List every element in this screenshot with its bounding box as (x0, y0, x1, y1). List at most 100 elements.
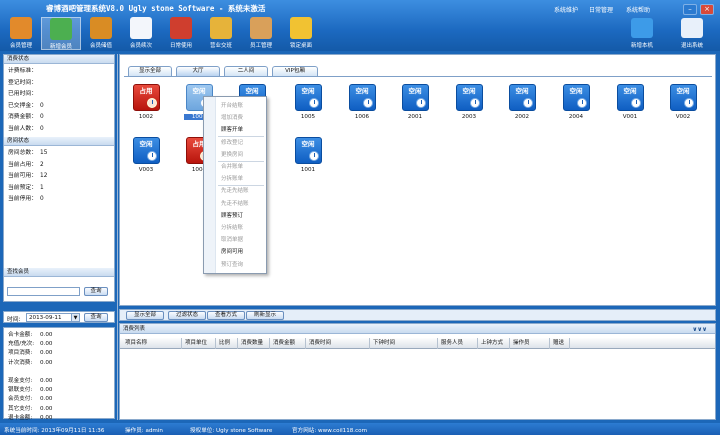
toolbar-button-0[interactable]: 会员管理 (1, 17, 41, 50)
room-tile-4[interactable]: 空闲 1006 (347, 84, 377, 120)
status-current-time: 系统当前时间: 2013年09月11日 11:36 (4, 428, 105, 434)
menu-item-11[interactable]: 取消单据 (221, 235, 243, 243)
toolbar-button-7[interactable]: 锁定桌面 (281, 17, 321, 50)
menu-item-8[interactable]: 先走不结账 (221, 199, 249, 207)
stat-row: 计次消费: 0.00 (4, 359, 114, 368)
room-tile-14[interactable]: 空闲 1001 (293, 137, 323, 173)
add-member-icon (50, 18, 72, 40)
room-tile-10[interactable]: 空闲 V002 (668, 84, 698, 120)
column-header[interactable]: 服务人员 (438, 338, 478, 349)
room-tile-8[interactable]: 空闲 2004 (561, 84, 591, 120)
menu-system-maintenance[interactable]: 系统维护 (554, 5, 578, 14)
menu-item-4[interactable]: 更换房间 (221, 150, 243, 158)
menu-item-9[interactable]: 顾客预订 (221, 211, 243, 219)
room-status-tile[interactable]: 空闲 (294, 137, 322, 164)
consumption_status-label: 当前人数： (8, 125, 37, 132)
right-toolbar-button-1[interactable]: 退出系统 (670, 18, 714, 49)
minimize-button[interactable]: – (683, 4, 697, 15)
room-tile-5[interactable]: 空闲 2001 (400, 84, 430, 120)
room-status: 空闲 (408, 87, 422, 95)
tab-2[interactable]: 二人间 (224, 66, 268, 76)
stat-value: 0.00 (40, 332, 53, 338)
menu-item-10[interactable]: 分拆结账 (221, 223, 243, 231)
room_status-label: 当前可用： (8, 173, 37, 179)
refresh-button[interactable]: 刷新显示 (246, 311, 284, 320)
room_status-value: 2 (40, 161, 44, 168)
date-picker[interactable]: 2013-09-11 ▼ (26, 313, 80, 322)
room-status: 空闲 (301, 140, 315, 148)
room-tile-3[interactable]: 空闲 1005 (293, 84, 323, 120)
consumption_status-row: 登记时间： (4, 78, 114, 90)
column-header[interactable]: 赠送 (550, 338, 570, 349)
member-search-input[interactable] (7, 287, 80, 296)
column-header[interactable]: 消费金额 (270, 338, 306, 349)
column-header[interactable]: 下钟时间 (370, 338, 438, 349)
view-mode-button[interactable]: 查看方式 (207, 311, 245, 320)
menu-daily-management[interactable]: 日常管理 (589, 5, 613, 14)
chevron-down-icon[interactable]: ▼ (71, 314, 79, 321)
room-status-tile[interactable]: 空闲 (455, 84, 483, 111)
daily-icon (170, 17, 192, 39)
menu-item-5[interactable]: 合并账单 (221, 162, 243, 170)
menu-item-7[interactable]: 先走先结账 (221, 186, 249, 194)
tab-3[interactable]: VIP包厢 (272, 66, 318, 76)
filter-status-button[interactable]: 过滤状态 (168, 311, 206, 320)
menu-item-0[interactable]: 开台结账 (221, 101, 243, 109)
room-status-tile[interactable]: 空闲 (132, 137, 160, 164)
menu-item-1[interactable]: 增加消费 (221, 113, 243, 121)
column-header[interactable]: 消费数量 (238, 338, 270, 349)
toolbar-button-2[interactable]: 会员储值 (81, 17, 121, 50)
room-number: 1001 (300, 167, 316, 173)
room-status-tile[interactable]: 空闲 (294, 84, 322, 111)
column-header[interactable]: 项目名称 (122, 338, 182, 349)
toolbar-label: 员工管理 (249, 43, 272, 49)
right-toolbar-button-0[interactable]: 新增本机 (620, 18, 664, 49)
menu-item-3[interactable]: 修改登记 (221, 138, 243, 146)
stat-value: 0.00 (40, 350, 53, 357)
room-status-tile[interactable]: 空闲 (562, 84, 590, 111)
panel-divider[interactable] (117, 54, 118, 420)
menu-item-2[interactable]: 顾客开单 (221, 125, 243, 133)
room-number: 2004 (568, 114, 584, 120)
toolbar-button-3[interactable]: 会员续次 (121, 17, 161, 50)
room-tile-0[interactable]: 占用 1002 (131, 84, 161, 120)
room-status-tile[interactable]: 占用 (132, 84, 160, 111)
column-header[interactable]: 上钟方式 (478, 338, 510, 349)
toolbar-button-5[interactable]: 营业交班 (201, 17, 241, 50)
menu-item-13[interactable]: 预订查询 (221, 260, 243, 268)
room-tile-6[interactable]: 空闲 2003 (454, 84, 484, 120)
menu-item-12[interactable]: 房间可用 (221, 247, 243, 255)
collapse-icon[interactable]: ∨∨∨ (692, 325, 707, 335)
room-tile-9[interactable]: 空闲 V001 (615, 84, 645, 120)
room-tile-7[interactable]: 空闲 2002 (507, 84, 537, 120)
toolbar-button-6[interactable]: 员工管理 (241, 17, 281, 50)
room-status-tile[interactable]: 空闲 (401, 84, 429, 111)
title-bar: 睿博酒吧管理系统V8.0 Ugly stone Software - 系统未激活… (0, 0, 720, 51)
toolbar-button-1[interactable]: 新增会员 (41, 17, 81, 50)
room-tile-11[interactable]: 空闲 V003 (131, 137, 161, 173)
room-status-tile[interactable]: 空闲 (669, 84, 697, 111)
room-status: 空闲 (569, 87, 583, 95)
room_status-label: 当前预定： (8, 184, 37, 191)
tab-0[interactable]: 显示全部 (128, 66, 172, 76)
stat-value: 0.00 (40, 387, 53, 394)
column-header[interactable]: 消费时间 (306, 338, 370, 349)
time-query-button[interactable]: 查询 (84, 313, 108, 322)
menu-item-6[interactable]: 分拆账单 (221, 174, 243, 182)
time-filter-bar: 时间: 2013-09-11 ▼ 查询 (3, 311, 115, 323)
column-header[interactable]: 项目单位 (182, 338, 216, 349)
member-search-button[interactable]: 查询 (84, 287, 108, 296)
close-button[interactable]: × (700, 4, 714, 15)
consume-list-header: 消费列表 ∨∨∨ (120, 324, 715, 334)
menu-system-help[interactable]: 系统帮助 (626, 5, 650, 14)
room-status-tile[interactable]: 空闲 (616, 84, 644, 111)
status-website[interactable]: 官方网站: www.coil118.com (292, 426, 367, 434)
room-status-tile[interactable]: 空闲 (508, 84, 536, 111)
room-status-tile[interactable]: 空闲 (348, 84, 376, 111)
column-header[interactable]: 操作员 (510, 338, 550, 349)
column-header[interactable]: 比例 (216, 338, 238, 349)
room_status-label: 当前占用： (8, 161, 37, 168)
tab-1[interactable]: 大厅 (176, 66, 220, 76)
toolbar-button-4[interactable]: 日常使用 (161, 17, 201, 50)
show-all-button[interactable]: 显示全部 (126, 311, 164, 320)
